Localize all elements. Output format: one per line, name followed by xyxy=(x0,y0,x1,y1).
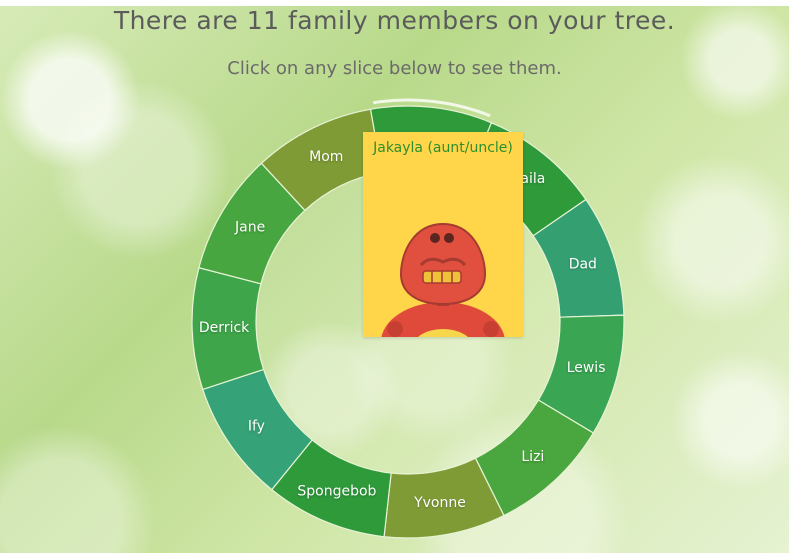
wheel-slice-label: Spongebob xyxy=(297,484,376,500)
wheel-slice-label: Lizi xyxy=(521,449,544,465)
wheel-slice-label: Mom xyxy=(309,149,343,165)
member-popup-card[interactable]: Jakayla (aunt/uncle) xyxy=(363,132,523,337)
wheel-slice-label: Ify xyxy=(248,418,265,434)
wheel-slice-label: Yvonne xyxy=(413,495,466,511)
robot-avatar-icon xyxy=(381,222,505,337)
wheel-slice-label: Jane xyxy=(234,219,265,235)
wheel-slice-label: Dad xyxy=(569,257,597,273)
wheel-slice-label: Lewis xyxy=(567,360,606,376)
wheel-slice-label: Derrick xyxy=(199,320,250,336)
